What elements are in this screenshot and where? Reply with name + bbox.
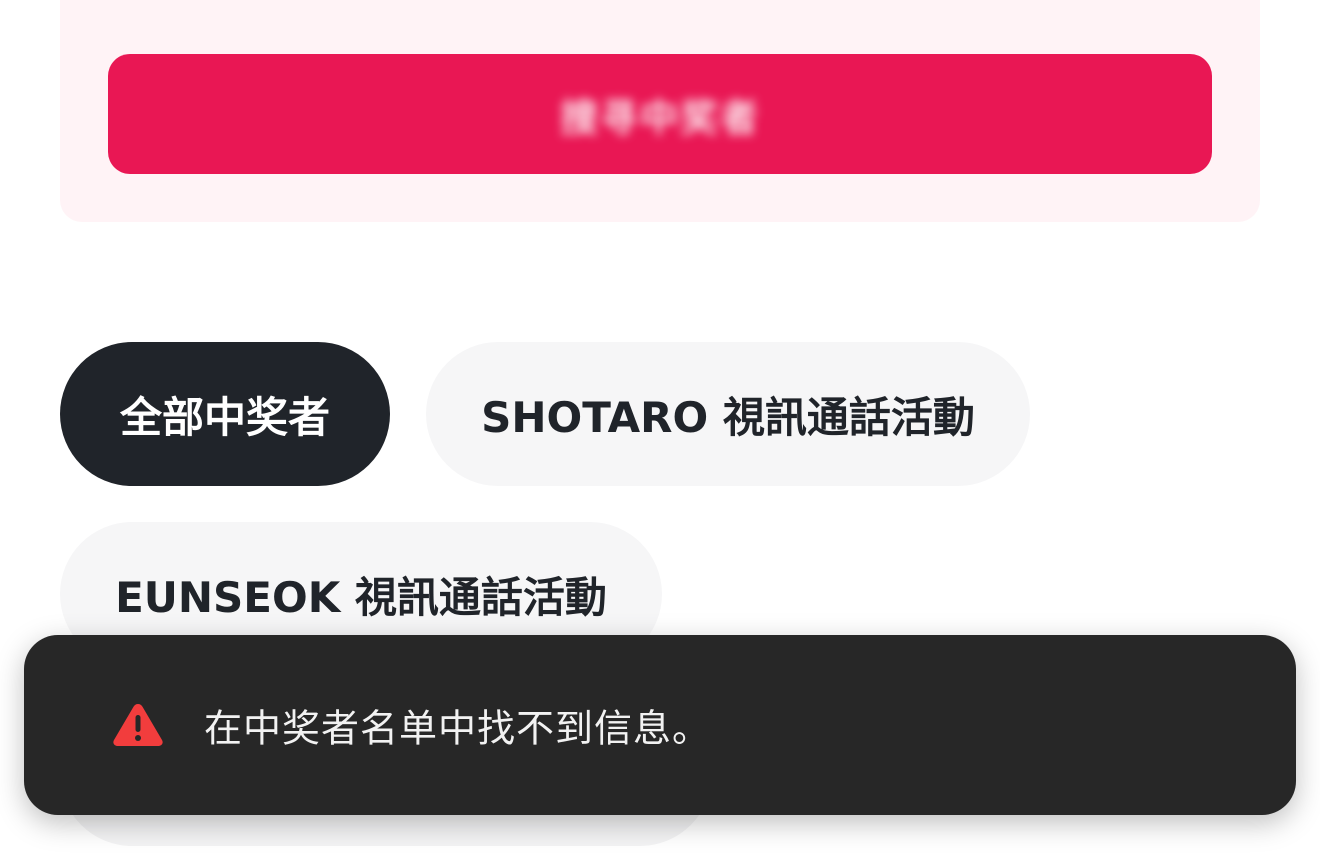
warning-icon [113,704,163,746]
toast-message: 在中奖者名单中找不到信息。 [204,706,712,751]
filter-chip-shotaro-video-call[interactable]: SHOTARO 視訊通話活動 [426,342,1030,486]
search-winners-button[interactable]: 搜寻中奖者 [108,54,1212,174]
filter-chip-label: EUNSEOK 視訊通話活動 [115,572,607,622]
filter-chip-label: SHOTARO 視訊通話活動 [481,392,975,442]
search-card: 搜寻中奖者 [60,0,1260,222]
filter-chip-all-winners[interactable]: 全部中奖者 [60,342,390,486]
filter-chip-label: 全部中奖者 [119,392,330,442]
toast-notification: 在中奖者名单中找不到信息。 [24,635,1296,815]
search-button-label: 搜寻中奖者 [559,95,760,140]
